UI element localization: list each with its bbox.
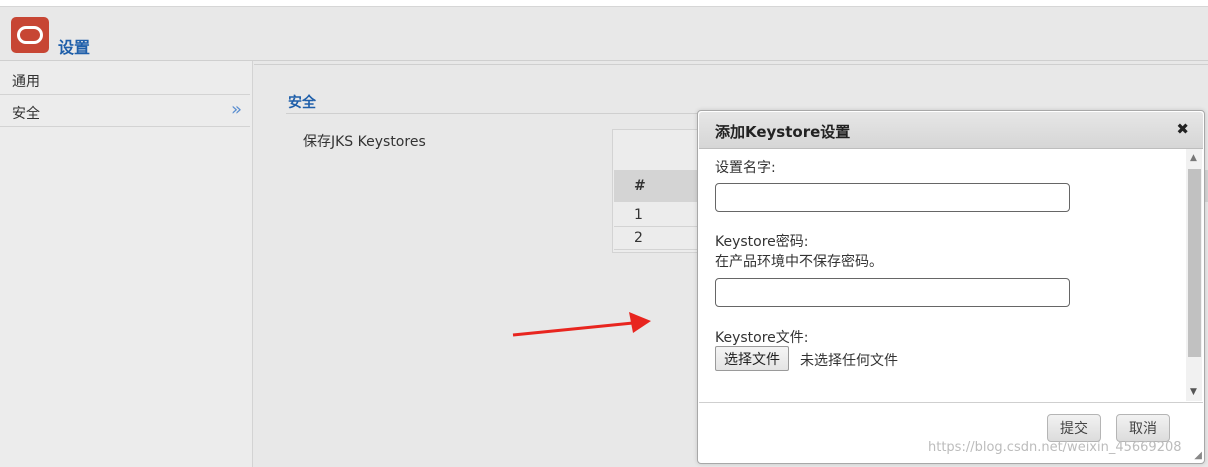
page-title: 设置 [58,38,91,57]
choose-file-button[interactable]: 选择文件 [715,346,789,371]
resize-handle-icon[interactable]: ◢ [1194,450,1202,461]
sidebar-item-label: 安全 [12,106,40,122]
section-divider [286,113,698,114]
setting-name-label: 设置名字: [715,160,776,176]
scroll-up-icon[interactable]: ▲ [1190,153,1197,163]
keystore-password-input[interactable] [715,278,1070,307]
section-title: 安全 [288,95,316,111]
sidebar: 通用 安全 » [0,61,253,467]
double-chevron-right-icon: » [230,99,242,120]
scroll-down-icon[interactable]: ▼ [1190,387,1197,397]
table-row[interactable]: 2 [614,227,698,250]
cancel-button[interactable]: 取消 [1116,414,1170,442]
submit-button[interactable]: 提交 [1047,414,1101,442]
dialog-title: 添加Keystore设置 [715,123,851,141]
setting-name-input[interactable] [715,183,1070,212]
red-arrow-icon [512,312,651,337]
sidebar-item-label: 通用 [12,74,40,90]
main-divider [254,64,1208,65]
table-header-number: # [634,178,646,194]
jks-keystores-label: 保存JKS Keystores [303,134,426,150]
add-keystore-dialog: 添加Keystore设置 ✖ 设置名字: Keystore密码: 在产品环境中不… [697,110,1205,464]
keystore-password-label: Keystore密码: [715,234,809,250]
table-row[interactable]: 1 [614,204,698,227]
password-note: 在产品环境中不保存密码。 [715,254,883,270]
watermark: https://blog.csdn.net/weixin_45669208 [928,440,1182,455]
table-header: # [614,170,698,202]
close-icon[interactable]: ✖ [1176,120,1189,138]
table-cell-number: 1 [634,207,643,223]
keystore-file-label: Keystore文件: [715,330,809,346]
sidebar-item-security[interactable]: 安全 » [0,95,250,127]
sidebar-item-general[interactable]: 通用 [0,63,250,95]
dialog-header[interactable]: 添加Keystore设置 ✖ [699,112,1203,149]
dialog-footer-divider [699,402,1203,403]
scrollbar-thumb[interactable] [1188,169,1201,357]
top-border [0,0,1208,7]
dialog-body: 设置名字: Keystore密码: 在产品环境中不保存密码。 Keystore文… [699,149,1203,401]
oracle-logo-icon [11,17,49,53]
file-status: 未选择任何文件 [800,353,898,369]
dialog-scrollbar[interactable]: ▲ ▼ [1186,149,1202,401]
table-cell-number: 2 [634,230,643,246]
